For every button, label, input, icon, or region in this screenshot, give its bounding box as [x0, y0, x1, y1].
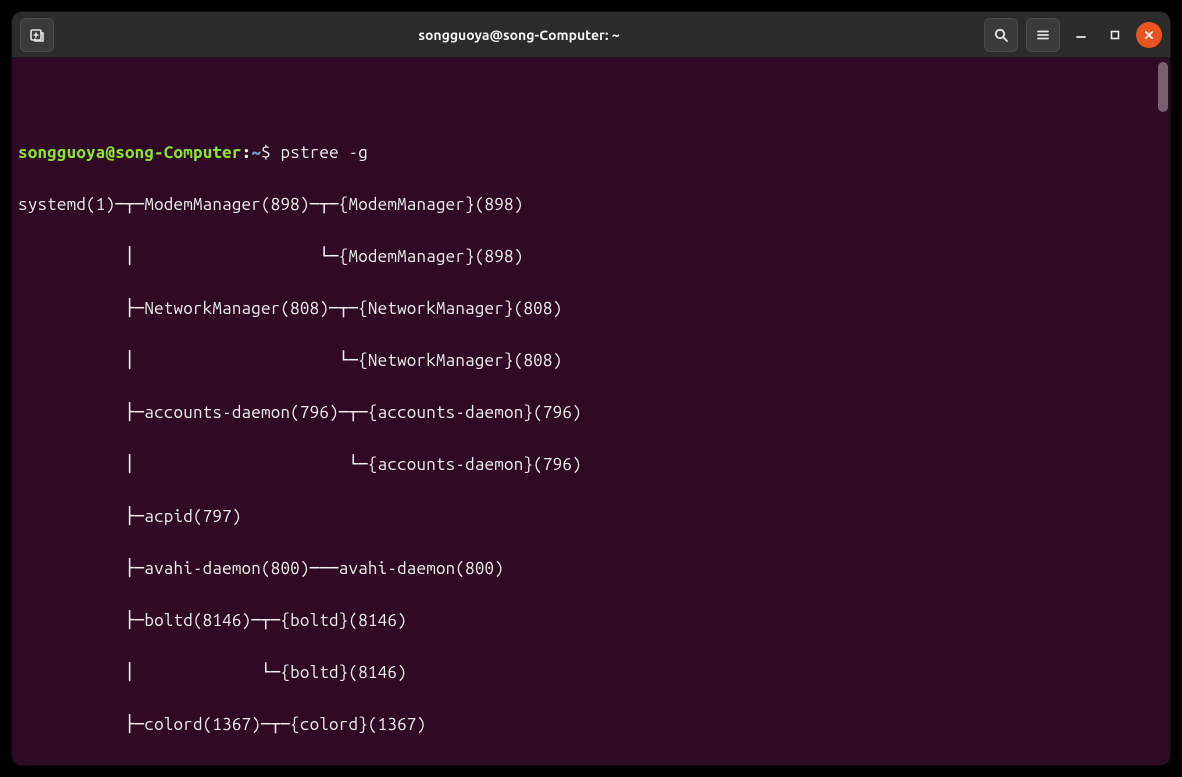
titlebar: songguoya@song-Computer: ~ [12, 12, 1170, 58]
close-icon [1143, 29, 1155, 41]
output-line: │ └─{ModemManager}(898) [18, 244, 1164, 270]
search-button[interactable] [984, 18, 1018, 52]
output-line: │ └─{NetworkManager}(808) [18, 348, 1164, 374]
search-icon [993, 27, 1009, 43]
prompt-at: @ [105, 143, 115, 162]
titlebar-right [984, 18, 1162, 52]
scrollbar-thumb[interactable] [1158, 62, 1168, 112]
output-line: ├─colord(1367)─┬─{colord}(1367) [18, 712, 1164, 738]
prompt-symbol: $ [261, 143, 271, 162]
prompt-line: songguoya@song-Computer:~$ pstree -g [18, 140, 1164, 166]
prompt-path: ~ [251, 143, 261, 162]
output-line: │ └─{accounts-daemon}(796) [18, 452, 1164, 478]
output-line: ├─acpid(797) [18, 504, 1164, 530]
prompt-user: songguoya [18, 143, 105, 162]
output-line: │ └─{boltd}(8146) [18, 660, 1164, 686]
maximize-button[interactable] [1102, 22, 1128, 48]
prompt-host: song-Computer [115, 143, 241, 162]
new-tab-icon [29, 27, 45, 43]
menu-button[interactable] [1026, 18, 1060, 52]
minimize-icon [1075, 29, 1087, 41]
terminal-viewport[interactable]: songguoya@song-Computer:~$ pstree -g sys… [12, 58, 1170, 765]
output-line: systemd(1)─┬─ModemManager(898)─┬─{ModemM… [18, 192, 1164, 218]
maximize-icon [1109, 29, 1121, 41]
terminal-window: songguoya@song-Computer: ~ [12, 12, 1170, 765]
close-button[interactable] [1136, 22, 1162, 48]
output-line: ├─accounts-daemon(796)─┬─{accounts-daemo… [18, 400, 1164, 426]
prompt-colon: : [242, 143, 252, 162]
window-title: songguoya@song-Computer: ~ [62, 27, 976, 43]
hamburger-icon [1035, 27, 1051, 43]
output-line: ├─avahi-daemon(800)───avahi-daemon(800) [18, 556, 1164, 582]
minimize-button[interactable] [1068, 22, 1094, 48]
output-line: ├─NetworkManager(808)─┬─{NetworkManager}… [18, 296, 1164, 322]
output-line: ├─boltd(8146)─┬─{boltd}(8146) [18, 608, 1164, 634]
new-tab-button[interactable] [20, 18, 54, 52]
output-line: │ └─{colord}(1367) [18, 764, 1164, 765]
titlebar-left [20, 18, 54, 52]
prompt-command: pstree -g [281, 143, 368, 162]
